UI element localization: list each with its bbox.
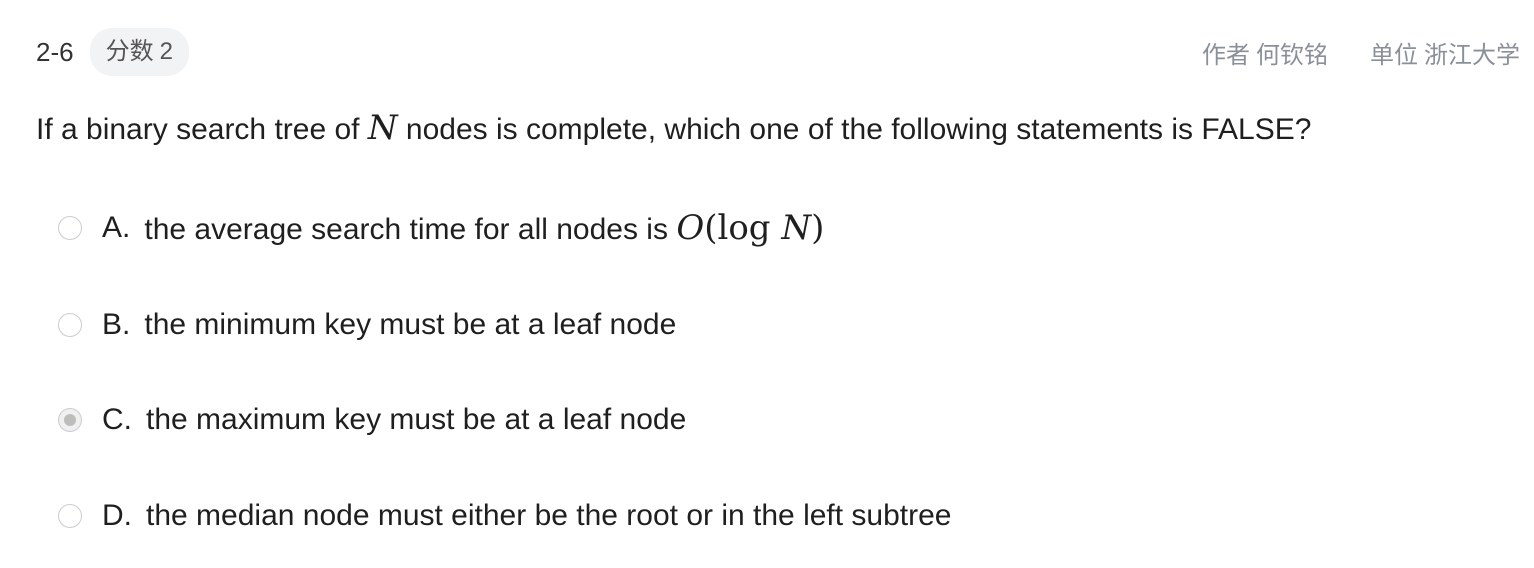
score-badge: 分数 2 <box>89 28 189 76</box>
option-b-text: the minimum key must be at a leaf node <box>144 308 677 341</box>
unit-name: 浙江大学 <box>1424 41 1520 69</box>
question-meta: 作者 何钦铭 单位 浙江大学 <box>1202 35 1520 70</box>
unit-info: 单位 浙江大学 <box>1370 35 1520 70</box>
score-label: 分数 <box>105 38 154 65</box>
score-value: 2 <box>159 38 173 65</box>
option-a-math-log: log <box>717 208 771 248</box>
option-d-text: the median node must either be the root … <box>146 499 952 532</box>
option-c-text: the maximum key must be at a leaf node <box>146 403 687 436</box>
option-a-letter: A. <box>102 211 131 244</box>
option-b-radio[interactable] <box>58 313 82 337</box>
option-a-math-close: ) <box>811 208 825 248</box>
option-a-math-o: O <box>676 208 705 248</box>
option-b-letter: B. <box>102 308 131 341</box>
option-a[interactable]: A. the average search time for all nodes… <box>58 208 824 248</box>
option-a-text: the average search time for all nodes is… <box>144 208 824 248</box>
author-name: 何钦铭 <box>1256 41 1328 69</box>
question-text-after: nodes is complete, which one of the foll… <box>397 113 1312 146</box>
option-d[interactable]: D. the median node must either be the ro… <box>58 496 952 536</box>
author-info: 作者 何钦铭 <box>1202 35 1328 70</box>
option-d-radio[interactable] <box>58 504 82 528</box>
question-page: 2-6 分数 2 作者 何钦铭 单位 浙江大学 If a binary searc… <box>0 0 1534 568</box>
question-header: 2-6 分数 2 作者 何钦铭 单位 浙江大学 <box>36 28 1520 76</box>
option-c-letter: C. <box>102 403 132 436</box>
option-d-letter: D. <box>102 499 132 532</box>
question-text-before: If a binary search tree of <box>36 113 368 146</box>
question-math-var: N <box>367 108 398 148</box>
option-b[interactable]: B. the minimum key must be at a leaf nod… <box>58 305 676 345</box>
question-text: If a binary search tree of N nodes is co… <box>36 108 1311 148</box>
option-a-math-open: ( <box>704 208 718 248</box>
option-c[interactable]: C. the maximum key must be at a leaf nod… <box>58 400 686 440</box>
option-c-radio[interactable] <box>58 408 82 432</box>
question-number: 2-6 <box>36 36 74 67</box>
option-a-text-plain: the average search time for all nodes is <box>144 213 677 246</box>
unit-label: 单位 <box>1370 41 1418 69</box>
option-a-radio[interactable] <box>58 216 82 240</box>
option-a-math-n: N <box>781 208 812 248</box>
author-label: 作者 <box>1202 41 1250 69</box>
